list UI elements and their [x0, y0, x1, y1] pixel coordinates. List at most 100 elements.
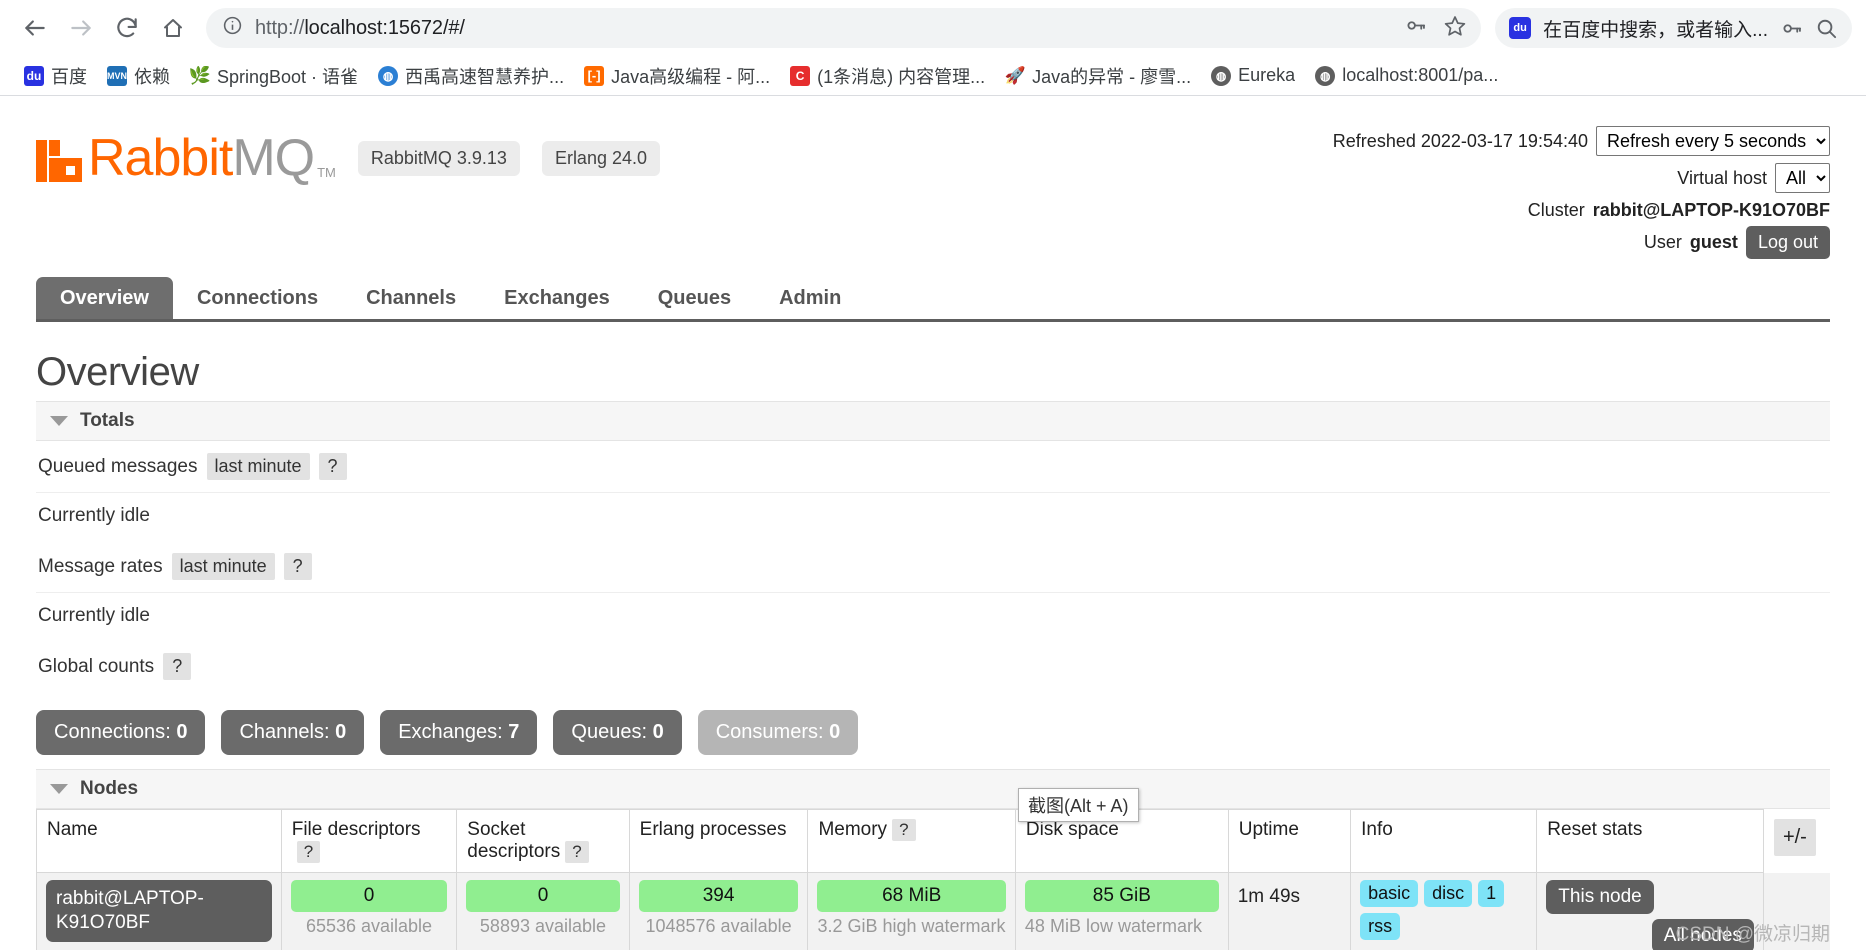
vhost-select[interactable]: All [1775, 163, 1830, 193]
column-header-file-descriptors[interactable]: File descriptors? [281, 810, 457, 873]
count-button-channels[interactable]: Channels: 0 [221, 710, 364, 755]
yuque-leaf-icon: 🌿 [190, 66, 210, 86]
header-right-controls: Refreshed 2022-03-17 19:54:40 Refresh ev… [1333, 120, 1830, 264]
bookmark-item[interactable]: [-] Java高级编程 - 阿... [574, 59, 780, 93]
cluster-name: rabbit@LAPTOP-K91O70BF [1593, 200, 1830, 221]
tab-channels[interactable]: Channels [342, 277, 480, 319]
nodes-table-wrap: Name File descriptors? Socket descriptor… [36, 809, 1830, 950]
count-value-queues: 0 [653, 721, 664, 743]
info-tag-basic[interactable]: basic [1360, 880, 1418, 907]
queued-messages-period-chip[interactable]: last minute [207, 453, 310, 480]
vhost-label: Virtual host [1677, 168, 1767, 189]
column-header-uptime[interactable]: Uptime [1228, 810, 1350, 873]
bookmark-item[interactable]: C (1条消息) 内容管理... [780, 59, 995, 93]
baidu-search-box[interactable]: du 在百度中搜索，或者输入... [1495, 8, 1852, 48]
globe-icon: ◍ [1315, 66, 1335, 86]
node-name-link[interactable]: rabbit@LAPTOP-K91O70BF [46, 880, 272, 942]
info-circle-icon[interactable] [222, 15, 243, 41]
count-button-consumers[interactable]: Consumers: 0 [698, 710, 859, 755]
url-scheme: http:// [255, 17, 304, 39]
count-value-channels: 0 [335, 721, 346, 743]
message-rates-label: Message rates [38, 556, 163, 578]
cell-memory: 68 MiB 3.2 GiB high watermark [808, 873, 1015, 950]
column-label-name: Name [47, 819, 98, 840]
rabbitmq-logo-icon [36, 134, 82, 182]
uptime-value: 1m 49s [1238, 880, 1341, 908]
file-descriptors-sub: 65536 available [291, 912, 448, 937]
star-icon[interactable] [1443, 14, 1467, 43]
message-rates-row: Message rates last minute ? [36, 541, 1830, 593]
file-descriptors-help-icon[interactable]: ? [297, 841, 320, 863]
magnifier-icon[interactable] [1815, 17, 1838, 40]
message-rates-idle-text: Currently idle [36, 593, 1830, 641]
reset-this-node-button[interactable]: This node [1546, 880, 1653, 914]
reload-button[interactable] [106, 7, 148, 49]
count-label-connections: Connections [54, 721, 165, 743]
column-header-name[interactable]: Name [37, 810, 282, 873]
tab-queues[interactable]: Queues [634, 277, 755, 319]
address-bar[interactable]: http://localhost:15672/#/ [206, 8, 1481, 48]
rabbit-logo-glyph [36, 134, 82, 182]
bookmark-item[interactable]: ◍ localhost:8001/pa... [1305, 61, 1508, 90]
memory-help-icon[interactable]: ? [892, 819, 915, 841]
bookmark-item[interactable]: ◍ 西禹高速智慧养护... [368, 59, 574, 93]
url-text[interactable]: http://localhost:15672/#/ [255, 17, 1404, 40]
message-rates-period-chip[interactable]: last minute [172, 553, 275, 580]
refreshed-timestamp: Refreshed 2022-03-17 19:54:40 [1333, 131, 1588, 152]
tab-connections[interactable]: Connections [173, 277, 342, 319]
cluster-label: Cluster [1528, 200, 1585, 221]
cell-info: basic disc 1 rss [1351, 873, 1537, 950]
socket-descriptors-value: 0 [466, 880, 619, 912]
count-button-queues[interactable]: Queues: 0 [553, 710, 681, 755]
bookmark-label: 西禹高速智慧养护... [405, 63, 564, 89]
bookmark-label: (1条消息) 内容管理... [817, 63, 985, 89]
count-button-exchanges[interactable]: Exchanges: 7 [380, 710, 537, 755]
count-label-consumers: Consumers [716, 721, 818, 743]
queued-messages-help-icon[interactable]: ? [319, 453, 347, 480]
bookmark-item[interactable]: 🚀 Java的异常 - 廖雪... [995, 59, 1201, 93]
key-icon[interactable] [1780, 17, 1803, 40]
socket-descriptors-help-icon[interactable]: ? [565, 841, 588, 863]
bookmark-item[interactable]: MVN 依赖 [97, 59, 180, 93]
nodes-section-label: Nodes [80, 778, 138, 800]
toggle-columns-button[interactable]: +/- [1774, 819, 1816, 856]
tab-overview[interactable]: Overview [36, 277, 173, 319]
csdn-c-icon: C [790, 66, 810, 86]
back-button[interactable] [14, 7, 56, 49]
count-button-connections[interactable]: Connections: 0 [36, 710, 205, 755]
column-header-erlang-processes[interactable]: Erlang processes [629, 810, 808, 873]
column-header-memory[interactable]: Memory? [808, 810, 1015, 873]
column-header-info[interactable]: Info [1351, 810, 1537, 873]
erlang-processes-value: 394 [639, 880, 799, 912]
memory-sub: 3.2 GiB high watermark [817, 912, 1005, 937]
tab-admin[interactable]: Admin [755, 277, 865, 319]
message-rates-help-icon[interactable]: ? [284, 553, 312, 580]
nodes-table: Name File descriptors? Socket descriptor… [36, 809, 1830, 950]
bookmark-item[interactable]: ◍ Eureka [1201, 61, 1305, 90]
bookmark-item[interactable]: 🌿 SpringBoot · 语雀 [180, 59, 368, 93]
global-counts-help-icon[interactable]: ? [163, 653, 191, 680]
app-logo[interactable]: Rabbit MQ TM RabbitMQ 3.9.13 Erlang 24.0 [36, 120, 660, 184]
key-icon[interactable] [1404, 14, 1427, 42]
logo-text-mq: MQ [232, 132, 314, 184]
forward-button[interactable] [60, 7, 102, 49]
bookmark-item[interactable]: du 百度 [14, 59, 97, 93]
totals-section-header[interactable]: Totals [36, 401, 1830, 441]
tab-exchanges[interactable]: Exchanges [480, 277, 634, 319]
maven-icon: MVN [107, 66, 127, 86]
cell-uptime: 1m 49s [1228, 873, 1350, 950]
column-header-reset-stats[interactable]: Reset stats [1537, 810, 1764, 873]
file-descriptors-value: 0 [291, 880, 448, 912]
bookmark-label: Eureka [1238, 65, 1295, 86]
user-row: User guest Log out [1333, 226, 1830, 259]
queued-messages-idle-text: Currently idle [36, 493, 1830, 541]
refresh-interval-select[interactable]: Refresh every 5 seconds [1596, 126, 1830, 156]
nodes-section-header[interactable]: Nodes [36, 769, 1830, 809]
home-button[interactable] [152, 7, 194, 49]
column-header-socket-descriptors[interactable]: Socket descriptors? [457, 810, 629, 873]
info-tag-disc[interactable]: disc [1424, 880, 1472, 907]
log-out-button[interactable]: Log out [1746, 226, 1830, 259]
column-label-info: Info [1361, 819, 1393, 840]
info-tag-rss[interactable]: rss [1360, 913, 1400, 940]
info-tag-count[interactable]: 1 [1478, 880, 1504, 907]
